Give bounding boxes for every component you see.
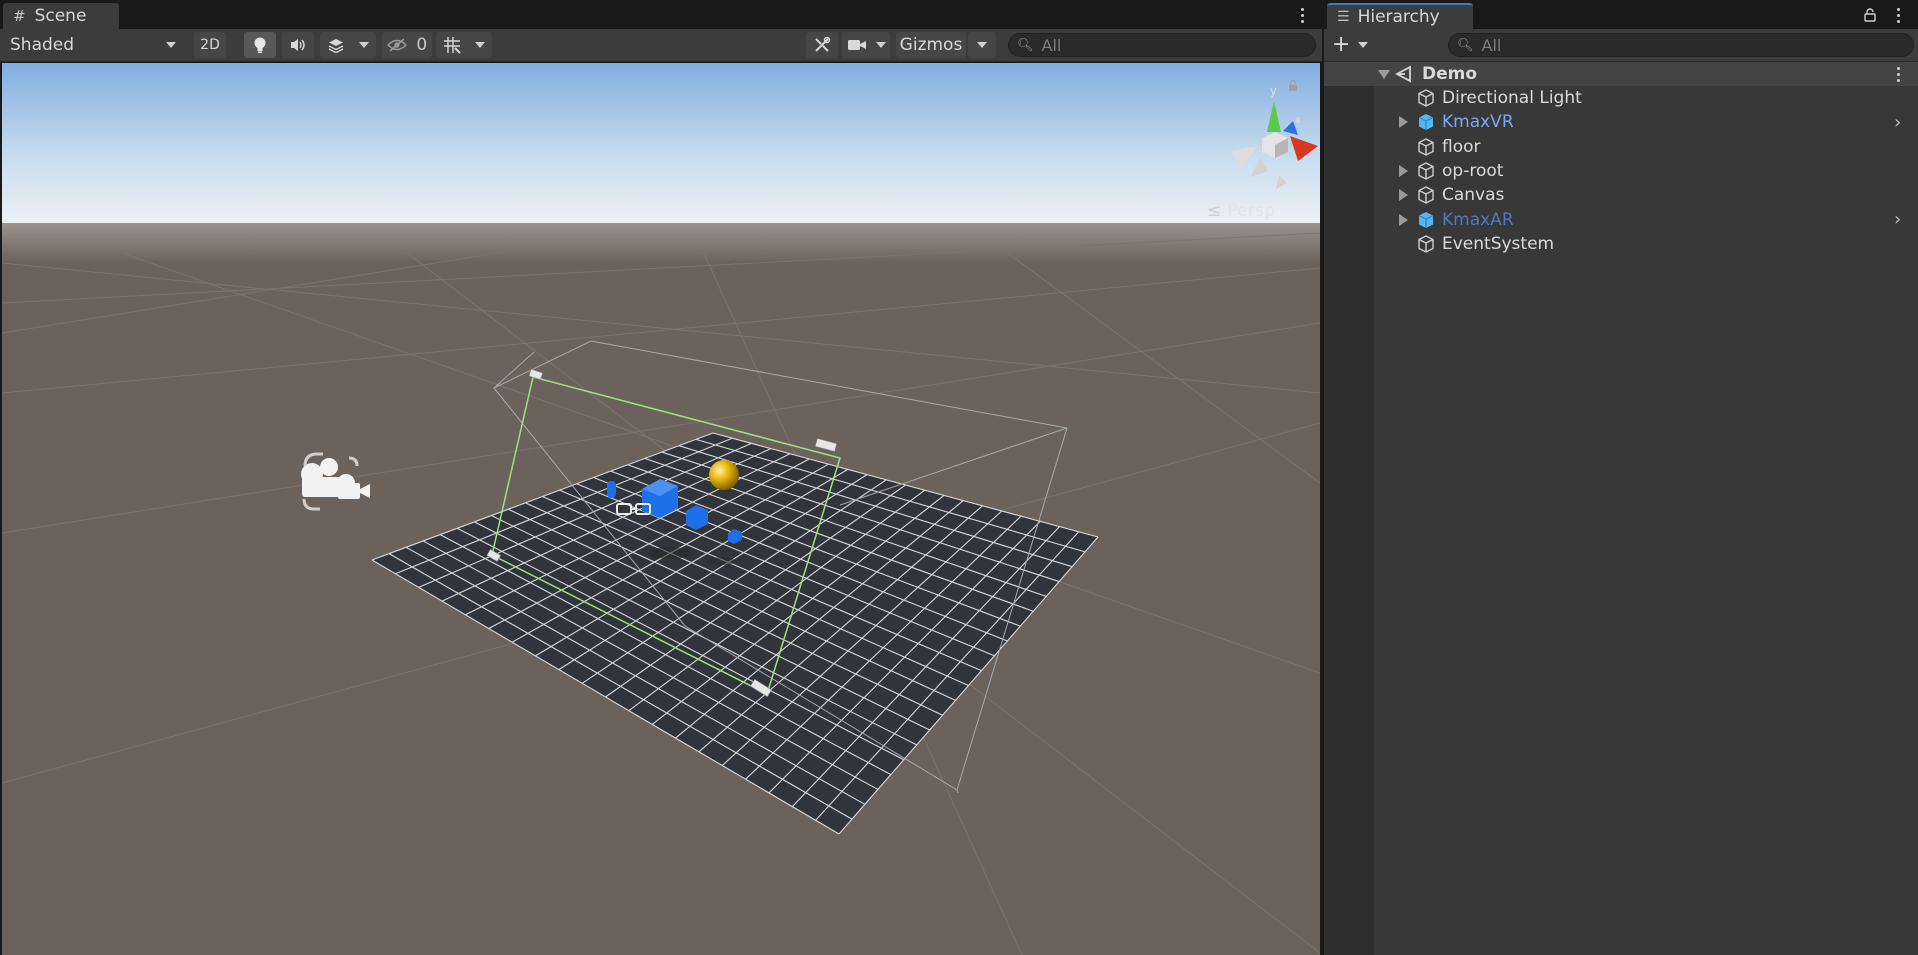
lighting-toggle-button[interactable] <box>244 32 276 58</box>
tools-icon <box>815 36 831 52</box>
hierarchy-item-label: op-root <box>1442 160 1504 181</box>
hierarchy-item-label: floor <box>1442 136 1481 157</box>
collapsed-arrow-icon[interactable] <box>1399 213 1408 226</box>
gameobject-icon <box>1416 161 1436 181</box>
list-icon: ☰ <box>1337 9 1350 25</box>
grid-snap-dropdown[interactable] <box>436 32 492 58</box>
lightbulb-icon <box>254 37 266 53</box>
chevron-down-icon <box>166 42 176 48</box>
gizmos-dropdown[interactable] <box>968 32 996 58</box>
search-icon: 🔍︎ <box>1457 37 1474 53</box>
expanded-arrow-icon[interactable] <box>1378 70 1390 79</box>
hierarchy-item[interactable]: KmaxVR › <box>1324 110 1918 134</box>
scene-search-placeholder: All <box>1041 35 1062 55</box>
chevron-down-icon <box>359 42 369 48</box>
gameobject-icon <box>1416 234 1436 254</box>
video-camera-icon <box>847 40 866 50</box>
tab-scene-label: Scene <box>34 6 87 26</box>
scene-name: Demo <box>1422 64 1478 84</box>
sky <box>2 63 1320 233</box>
speaker-icon <box>291 39 305 51</box>
eye-hidden-icon <box>386 38 407 52</box>
hierarchy-item[interactable]: Directional Light <box>1324 86 1918 110</box>
gizmos-label: Gizmos <box>899 35 963 55</box>
chevron-down-icon <box>875 42 886 48</box>
layers-icon <box>328 39 344 53</box>
hierarchy-tabbar: ☰ Hierarchy <box>1324 0 1918 29</box>
hierarchy-toolbar: + 🔍︎ All <box>1324 29 1918 62</box>
chevron-right-icon[interactable]: › <box>1894 112 1901 133</box>
plus-icon: + <box>1331 32 1351 57</box>
hierarchy-item-label: KmaxVR <box>1442 112 1514 133</box>
hidden-count: 0 <box>416 35 428 55</box>
gizmos-toggle-button[interactable]: Gizmos <box>896 32 966 58</box>
hierarchy-item[interactable]: KmaxAR › <box>1324 208 1918 232</box>
axis-y-label: y <box>1270 83 1277 98</box>
scene-row-more-icon[interactable] <box>1894 64 1902 84</box>
scene-visibility-button[interactable]: 0 <box>382 32 432 58</box>
axis-x-label: x <box>1295 114 1301 126</box>
projection-toggle[interactable]: ≤ Persp <box>1207 201 1276 221</box>
search-icon: 🔍︎ <box>1017 37 1034 53</box>
chevron-right-icon[interactable]: › <box>1894 209 1901 230</box>
grid-icon: # <box>13 7 26 25</box>
collapsed-arrow-icon[interactable] <box>1399 164 1408 177</box>
gizmo-lock-icon[interactable] <box>1289 85 1297 91</box>
chevron-down-icon <box>977 42 987 48</box>
persp-arrow-icon: ≤ <box>1207 201 1222 221</box>
tools-button[interactable] <box>806 32 838 58</box>
scene-search-input[interactable]: 🔍︎ All <box>1008 33 1316 57</box>
projection-label: Persp <box>1227 201 1276 221</box>
scene-view-canvas[interactable]: y x <box>2 63 1320 955</box>
hierarchy-item-label: Canvas <box>1442 185 1505 206</box>
chevron-down-icon <box>475 42 485 48</box>
scene-tabbar: # Scene <box>0 0 1322 29</box>
create-dropdown[interactable]: + <box>1328 32 1372 58</box>
hierarchy-item-label: KmaxAR <box>1442 209 1514 230</box>
tab-scene[interactable]: # Scene <box>3 3 119 29</box>
collapsed-arrow-icon[interactable] <box>1399 189 1408 202</box>
prefab-icon <box>1416 210 1436 230</box>
hierarchy-panel: ☰ Hierarchy + 🔍︎ All Demo Directional Li… <box>1322 0 1918 955</box>
prefab-icon <box>1416 112 1436 132</box>
hierarchy-item[interactable]: Canvas <box>1324 183 1918 207</box>
audio-toggle-button[interactable] <box>282 32 314 58</box>
draw-mode-dropdown[interactable]: Shaded <box>4 32 182 58</box>
scene-more-icon[interactable] <box>1298 5 1306 25</box>
scene-viewport[interactable]: y x ≤ Persp <box>2 63 1320 955</box>
hierarchy-tree: Demo Directional Light KmaxVR › floor op-roo… <box>1324 62 1918 955</box>
grid-snap-icon <box>444 37 461 54</box>
tab-hierarchy-label: Hierarchy <box>1357 7 1440 27</box>
gameobject-icon <box>1416 185 1436 205</box>
hierarchy-item-label: Directional Light <box>1442 88 1582 108</box>
gameobject-icon <box>1416 137 1436 157</box>
gameobject-icon <box>1416 88 1436 108</box>
hierarchy-item[interactable]: EventSystem <box>1324 232 1918 256</box>
hierarchy-more-icon[interactable] <box>1894 5 1902 25</box>
tab-hierarchy[interactable]: ☰ Hierarchy <box>1327 3 1473 29</box>
chevron-down-icon <box>1358 42 1369 48</box>
scene-row-demo[interactable]: Demo <box>1324 62 1918 86</box>
draw-mode-value: Shaded <box>10 35 75 55</box>
collapsed-arrow-icon[interactable] <box>1399 116 1408 129</box>
effects-dropdown[interactable] <box>320 32 376 58</box>
hierarchy-search-input[interactable]: 🔍︎ All <box>1448 33 1914 57</box>
hierarchy-search-placeholder: All <box>1481 35 1502 55</box>
hierarchy-item[interactable]: op-root <box>1324 159 1918 183</box>
blue-capsule[interactable] <box>607 481 616 498</box>
2d-toggle-button[interactable]: 2D <box>194 32 226 58</box>
2d-toggle-label: 2D <box>200 37 220 53</box>
yellow-sphere[interactable] <box>709 460 739 490</box>
unity-scene-icon <box>1395 65 1411 83</box>
hierarchy-item-label: EventSystem <box>1442 233 1555 254</box>
camera-settings-dropdown[interactable] <box>842 32 890 58</box>
hierarchy-item[interactable]: floor <box>1324 135 1918 159</box>
scene-toolbar: Shaded 2D 0 Gizmos 🔍︎ All <box>0 29 1322 62</box>
lock-icon[interactable] <box>1864 8 1876 22</box>
scene-panel: # Scene Shaded 2D 0 Gizmos 🔍︎ All y x ≤ … <box>0 0 1322 955</box>
